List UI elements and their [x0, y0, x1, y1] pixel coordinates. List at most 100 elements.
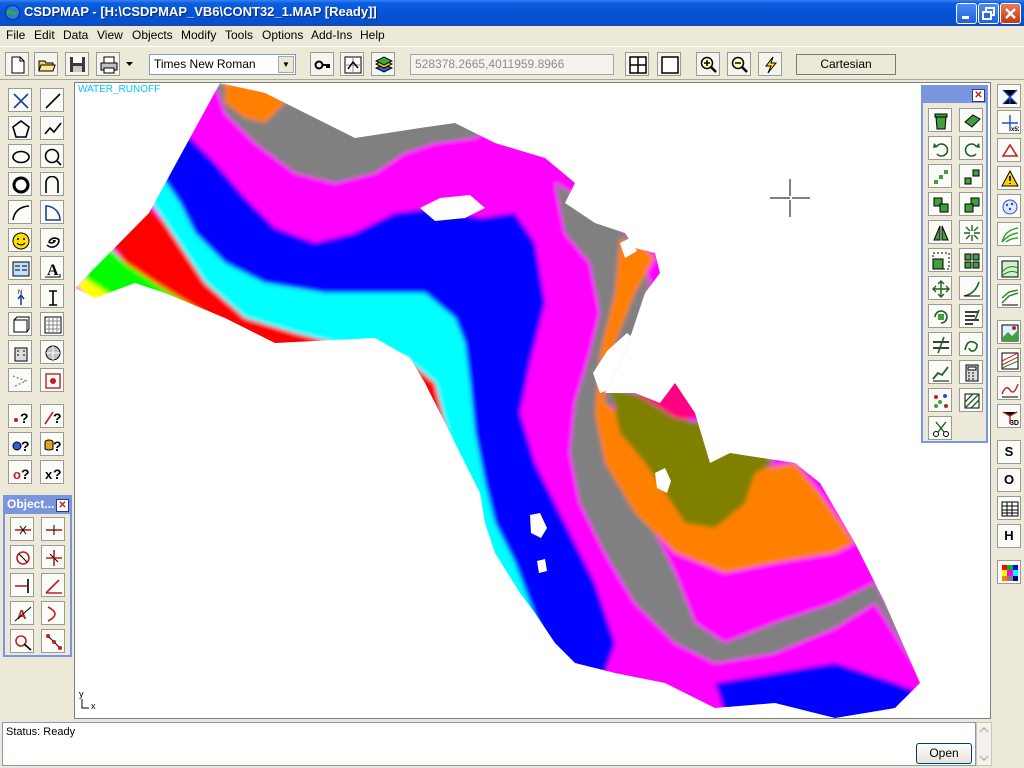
point-tool-button[interactable]: [8, 88, 32, 112]
sector-tool-button[interactable]: [40, 200, 64, 224]
node-edit-button[interactable]: [41, 629, 65, 653]
scatter-button[interactable]: [928, 164, 952, 188]
arc-tool-button[interactable]: [40, 172, 64, 196]
globe-tool-button[interactable]: [40, 340, 64, 364]
profile-button[interactable]: [928, 360, 952, 384]
undo-button[interactable]: [928, 136, 952, 160]
print-dropdown-arrow-icon[interactable]: [126, 62, 134, 68]
objects-panel-title[interactable]: Object... ✕: [5, 497, 70, 514]
join-line-button[interactable]: [41, 517, 65, 541]
hatch-button[interactable]: [959, 388, 983, 412]
select-area-button[interactable]: [40, 368, 64, 392]
move-node-button[interactable]: [959, 164, 983, 188]
save-button[interactable]: [65, 52, 89, 76]
warning-button[interactable]: [997, 166, 1021, 190]
eraser-button[interactable]: [959, 108, 983, 132]
spiral-tool-button[interactable]: [40, 228, 64, 252]
key-button[interactable]: [310, 52, 334, 76]
split-line-button[interactable]: [10, 517, 34, 541]
objects-panel-close-icon[interactable]: ✕: [56, 499, 69, 512]
network-button[interactable]: [997, 84, 1021, 108]
hillshade-button[interactable]: [997, 222, 1021, 246]
layers-button[interactable]: [371, 52, 395, 76]
open-button[interactable]: Open: [916, 743, 972, 764]
open-button[interactable]: [34, 52, 58, 76]
new-file-button[interactable]: [5, 52, 29, 76]
view-3d-button[interactable]: 3D: [997, 404, 1021, 428]
query-point-button[interactable]: ?: [8, 404, 32, 428]
ellipse-tool-button[interactable]: [8, 144, 32, 168]
query-object-button[interactable]: o?: [8, 460, 32, 484]
frame-tool-button[interactable]: [8, 312, 32, 336]
paste-object-button[interactable]: [959, 192, 983, 216]
line-tool-button[interactable]: [40, 88, 64, 112]
slope-button[interactable]: [959, 276, 983, 300]
rotate-button[interactable]: [928, 304, 952, 328]
menu-data[interactable]: Data: [63, 28, 88, 42]
single-view-button[interactable]: [657, 52, 681, 76]
label-tool-button[interactable]: [40, 284, 64, 308]
surface-button[interactable]: [997, 348, 1021, 372]
query-line-button[interactable]: ?: [40, 404, 64, 428]
scroll-up-icon[interactable]: [977, 723, 991, 737]
query-coordinate-button[interactable]: x?: [40, 460, 64, 484]
redraw-button[interactable]: [758, 52, 782, 76]
dashed-shape-button[interactable]: [8, 368, 32, 392]
edit-tools-title-bar[interactable]: ✕: [923, 87, 986, 103]
curve-edit-button[interactable]: [41, 601, 65, 625]
split-circle-button[interactable]: [10, 545, 34, 569]
move-button[interactable]: [928, 276, 952, 300]
color-palette-button[interactable]: [997, 560, 1021, 584]
right-toolbar-s-button[interactable]: S: [997, 440, 1021, 464]
menu-view[interactable]: View: [97, 28, 123, 42]
right-toolbar-h-button[interactable]: H: [997, 524, 1021, 548]
extend-line-button[interactable]: [10, 573, 34, 597]
grid-frame-button[interactable]: [40, 312, 64, 336]
circle-tool-button[interactable]: [40, 144, 64, 168]
symbol-tool-button[interactable]: [8, 228, 32, 252]
copy-object-button[interactable]: [928, 192, 952, 216]
ring-tool-button[interactable]: [8, 172, 32, 196]
angle-button[interactable]: [41, 573, 65, 597]
text-along-button[interactable]: A: [10, 601, 34, 625]
chevron-down-icon[interactable]: ▼: [278, 56, 294, 73]
text-tool-button[interactable]: A: [40, 256, 64, 280]
curve-tool-button[interactable]: [8, 200, 32, 224]
scroll-down-icon[interactable]: [977, 751, 991, 765]
image-button[interactable]: [997, 320, 1021, 344]
map-legend-button[interactable]: [8, 256, 32, 280]
coordinates-transform-button[interactable]: x53: [997, 110, 1021, 134]
vector-button[interactable]: [997, 138, 1021, 162]
print-button[interactable]: [96, 52, 120, 76]
menu-modify[interactable]: Modify: [181, 28, 216, 42]
explode-button[interactable]: [959, 220, 983, 244]
redo-button[interactable]: [959, 136, 983, 160]
zoom-out-button[interactable]: [727, 52, 751, 76]
menu-options[interactable]: Options: [262, 28, 303, 42]
polygon-tool-button[interactable]: [8, 116, 32, 140]
status-scrollbar[interactable]: [976, 722, 992, 766]
erase-object-button[interactable]: [10, 629, 34, 653]
menu-edit[interactable]: Edit: [34, 28, 55, 42]
calculator-button[interactable]: [959, 360, 983, 384]
random-points-button[interactable]: [928, 388, 952, 412]
mirror-button[interactable]: [928, 220, 952, 244]
table-button[interactable]: [997, 496, 1021, 520]
minimize-button[interactable]: [956, 3, 977, 24]
grid-select-button[interactable]: [340, 52, 364, 76]
building-tool-button[interactable]: [8, 340, 32, 364]
cut-button[interactable]: [928, 416, 952, 440]
menu-tools[interactable]: Tools: [225, 28, 253, 42]
right-toolbar-o-button[interactable]: O: [997, 468, 1021, 492]
query-area-button[interactable]: ?: [8, 432, 32, 456]
profile-graph-button[interactable]: [997, 376, 1021, 400]
menu-help[interactable]: Help: [360, 28, 385, 42]
texture-button[interactable]: [997, 194, 1021, 218]
font-select[interactable]: Times New Roman ▼: [149, 54, 296, 75]
map-canvas[interactable]: WATER_RUNOFF y x: [74, 82, 991, 719]
north-arrow-button[interactable]: N: [8, 284, 32, 308]
coordinate-system-button[interactable]: Cartesian: [796, 54, 896, 75]
smooth-button[interactable]: [959, 332, 983, 356]
tile-view-button[interactable]: [625, 52, 649, 76]
contour-lines-button[interactable]: [997, 284, 1021, 308]
